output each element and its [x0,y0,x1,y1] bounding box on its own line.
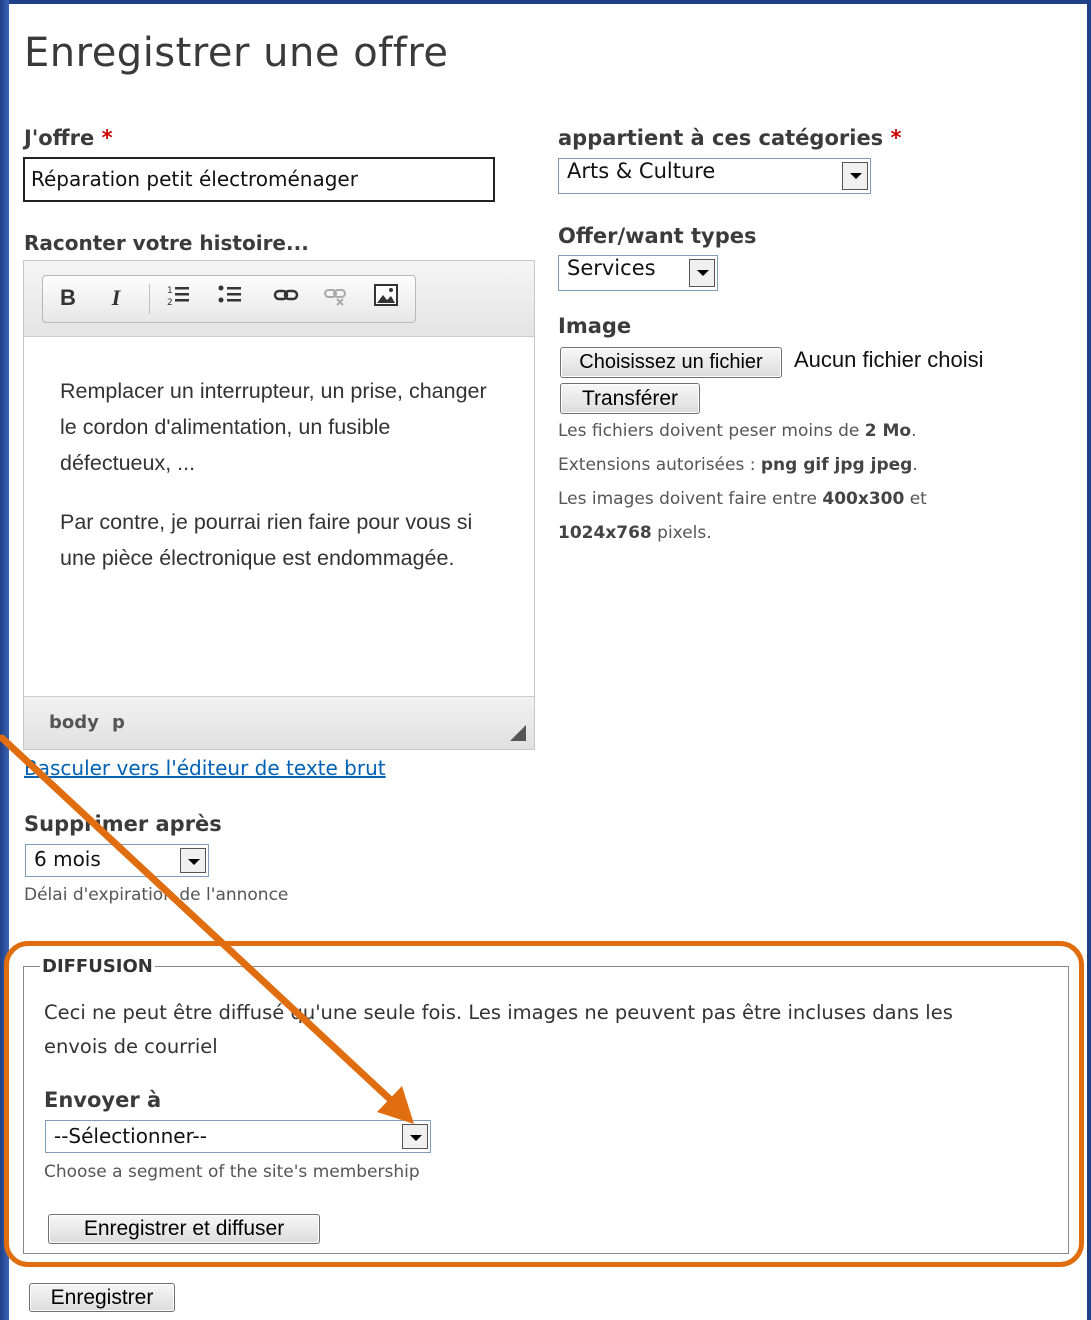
annotation-arrow-icon [0,734,414,1124]
